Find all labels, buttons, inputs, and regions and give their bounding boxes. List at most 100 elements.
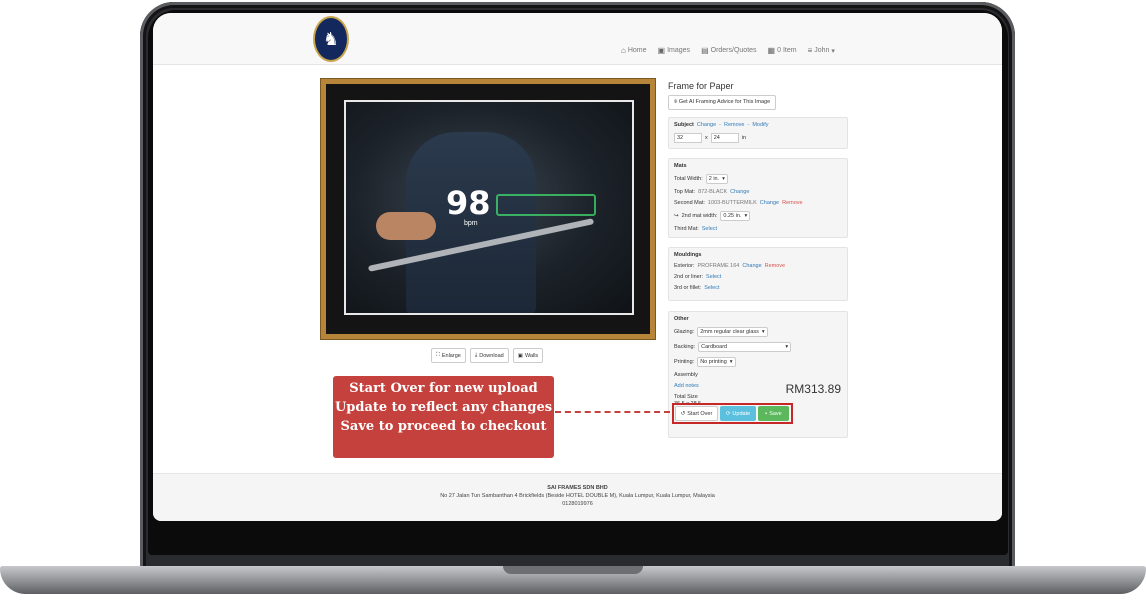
liner-row: 2nd or liner: Select [674,274,842,280]
total-size-label: Total Size [674,394,698,400]
update-button[interactable]: ⟳ Update [720,406,756,421]
top-mat-label: Top Mat: [674,189,696,195]
save-label: Save [769,410,782,417]
footer-phone: 0128019976 [562,501,593,507]
callout-line-2: Update to reflect any changes [334,400,553,415]
printing-label: Printing: [674,359,695,365]
fillet-select-link[interactable]: Select [704,285,719,291]
glazing-select[interactable]: 2mm regular clear glass ▾ [697,327,768,337]
second-mat-row: Second Mat: 1003-BUTTERMILK Change Remov… [674,200,842,206]
walls-button[interactable]: ▣ Walls [512,348,544,363]
subject-dash-1: - [719,122,721,128]
fillet-label: 3rd or fillet: [674,285,702,291]
nav-images[interactable]: ▣ Images [658,46,691,55]
image-actions: ⛶ Enlarge ⤓ Download ▣ Walls [431,348,544,363]
backing-select[interactable]: Cardboard ▾ [698,342,792,352]
second-mat-change-link[interactable]: Change [760,200,779,206]
uploaded-photo: 98 bpm [344,100,634,315]
select-caret-icon: ▾ [761,329,765,335]
image-icon: ▣ [657,46,666,55]
footer: SAI FRAMES SDN BHD No 27 Jalan Tun Samba… [153,473,1002,521]
liner-select-link[interactable]: Select [706,274,721,280]
photo-hud-unit: bpm [464,220,478,227]
second-width-label: 2nd mat width: [681,213,718,219]
mats-heading: Mats [674,163,687,169]
mouldings-section: Mouldings Exterior: PROFRAME 164 Change … [668,247,848,301]
other-section: Other Glazing: 2mm regular clear glass ▾ … [668,311,848,438]
subject-times: x [705,135,708,141]
expand-icon: ⛶ [436,352,440,358]
total-width-select[interactable]: 2 in. ▾ [705,174,728,184]
ai-advice-button[interactable]: ⌾ Get AI Framing Advice for This Image [668,95,777,110]
second-width-select[interactable]: 0.25 in. ▾ [720,211,751,221]
nav-cart[interactable]: ▦ 0 Item [768,46,797,55]
subject-header: Subject Change - Remove - Modify [674,122,842,128]
location-pin-icon: ⌾ [674,99,678,105]
footer-address: No 27 Jalan Tun Sambanthan 4 Brickfields… [440,493,715,499]
exterior-remove-link[interactable]: Remove [765,263,785,269]
third-mat-label: Third Mat: [674,226,699,232]
top-mat-value: 872-BLACK [698,189,728,195]
nav-home-label: Home [627,47,647,54]
backing-label: Backing: [674,344,696,350]
backing-row: Backing: Cardboard ▾ [674,342,842,352]
exterior-change-link[interactable]: Change [742,263,761,269]
glazing-value: 2mm regular clear glass [700,329,759,335]
nav-user-label: John [814,47,830,54]
download-button[interactable]: ⤓ Download [469,348,509,363]
menu-icon: ≡ [807,46,813,55]
subject-dash-2: - [747,122,750,128]
brand-logo[interactable]: ♞ [313,16,349,62]
select-caret-icon: ▾ [722,176,725,182]
subject-change-link[interactable]: Change [697,122,716,128]
second-width-value: 0.25 in. [723,213,742,219]
assembly-row: Assembly [674,372,842,378]
liner-label: 2nd or liner: [674,274,704,280]
third-mat-select-link[interactable]: Select [702,226,717,232]
walls-label: Walls [524,352,539,359]
cart-icon: ▦ [767,46,776,55]
photo-hud-value: 98 [446,184,491,222]
save-button[interactable]: ▪ Save [758,406,789,421]
total-width-row: Total Width: 2 in. ▾ [674,174,842,184]
select-caret-icon: ▾ [785,344,789,350]
backing-value: Cardboard [701,344,728,350]
refresh-icon: ⟳ [725,410,731,417]
top-mat-change-link[interactable]: Change [730,189,749,195]
main-nav: ⌂ Home ▣ Images ▤ Orders/Quotes ▦ 0 Item… [621,46,835,55]
assembly-label: Assembly [674,372,698,378]
navbar: ♞ ⌂ Home ▣ Images ▤ Orders/Quotes ▦ 0 It… [153,13,1002,65]
download-icon: ⤓ [474,352,478,358]
subject-remove-link[interactable]: Remove [724,122,744,128]
second-mat-remove-link[interactable]: Remove [782,200,802,206]
subject-modify-link[interactable]: Modify [752,122,768,128]
printing-value: No printing [700,359,727,365]
caret-down-icon: ▾ [831,47,835,55]
start-over-label: Start Over [687,410,713,417]
instruction-callout: Start Over for new upload Update to refl… [333,376,554,458]
ai-advice-label: Get AI Framing Advice for This Image [678,99,771,105]
nav-user-menu[interactable]: ≡ John ▾ [808,46,835,55]
printing-select[interactable]: No printing ▾ [697,357,736,367]
add-notes-link[interactable]: Add notes [674,383,699,389]
total-width-value: 2 in. [708,176,720,182]
start-over-button[interactable]: ↺ Start Over [675,406,718,421]
subject-height-input[interactable]: 24 [710,133,739,143]
exterior-value: PROFRAME 164 [697,263,740,269]
callout-line-3: Save to proceed to checkout [340,419,547,434]
exterior-label: Exterior: [674,263,695,269]
select-caret-icon: ▾ [729,359,733,365]
total-price: RM313.89 [785,382,841,396]
total-width-label: Total Width: [674,176,703,182]
top-mat-row: Top Mat: 872-BLACK Change [674,189,842,195]
footer-company: SAI FRAMES SDN BHD [547,485,608,491]
enlarge-button[interactable]: ⛶ Enlarge [431,348,466,363]
second-mat-value: 1003-BUTTERMILK [707,200,757,206]
mouldings-heading: Mouldings [674,252,702,258]
nav-home[interactable]: ⌂ Home [621,46,647,55]
exterior-row: Exterior: PROFRAME 164 Change Remove [674,263,842,269]
second-mat-label: Second Mat: [674,200,705,206]
nav-orders[interactable]: ▤ Orders/Quotes [701,46,756,55]
panel-title: Frame for Paper [668,81,734,91]
subject-width-input[interactable]: 32 [674,133,702,143]
